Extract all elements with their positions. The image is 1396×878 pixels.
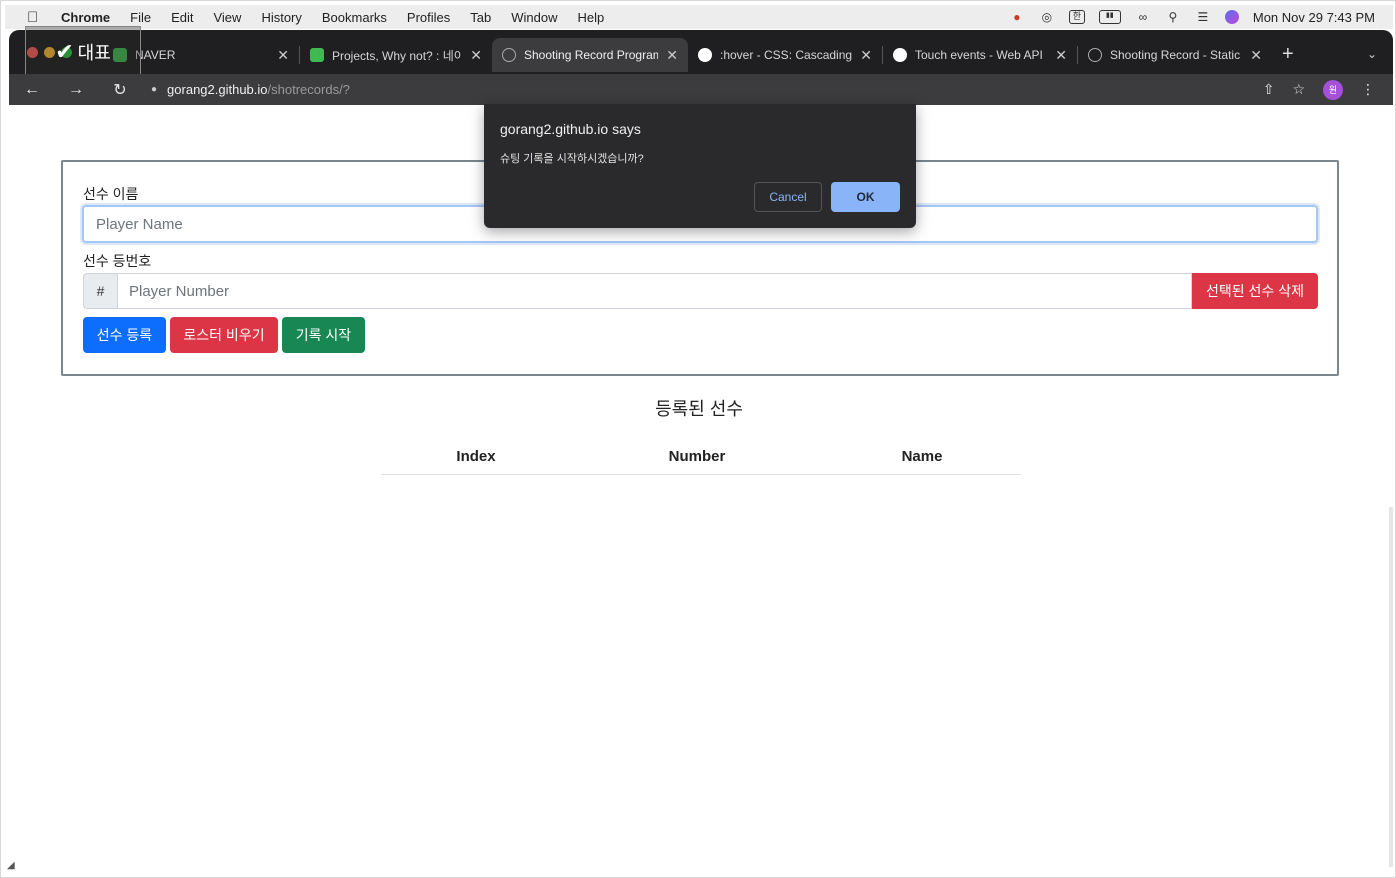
player-number-input[interactable]: Player Number — [117, 273, 1192, 309]
tab-touch-events[interactable]: Touch events - Web API ✕ — [883, 38, 1077, 72]
register-player-button[interactable]: 선수 등록 — [83, 317, 166, 353]
reload-icon[interactable]: ↻ — [111, 80, 129, 100]
tab-css-hover[interactable]: :hover - CSS: Cascading ✕ — [688, 38, 882, 72]
close-icon[interactable]: ✕ — [666, 47, 678, 64]
close-icon[interactable]: ✕ — [277, 47, 289, 64]
screen:  Chrome File Edit View History Bookmark… — [0, 0, 1396, 878]
roster-table-header: Index Number Name — [381, 439, 1021, 475]
number-label: 선수 등번호 — [83, 253, 152, 269]
close-icon[interactable]: ✕ — [1250, 47, 1262, 64]
menu-window[interactable]: Window — [511, 10, 557, 25]
siri-icon[interactable] — [1224, 10, 1239, 24]
name-label: 선수 이름 — [83, 186, 139, 202]
play-circle-icon[interactable]: ◎ — [1039, 10, 1055, 24]
browser-toolbar: ← → ↻ ● gorang2.github.io/shotrecords/? … — [9, 74, 1393, 105]
link-icon[interactable]: ∞ — [1135, 10, 1151, 24]
forward-icon[interactable]: → — [67, 81, 85, 99]
tab-shooting-record-program[interactable]: Shooting Record Program ✕ — [492, 38, 688, 72]
close-icon[interactable]: ✕ — [1055, 47, 1067, 64]
menu-clock[interactable]: Mon Nov 29 7:43 PM — [1253, 10, 1375, 25]
menu-edit[interactable]: Edit — [171, 10, 193, 25]
tab-title: :hover - CSS: Cascading — [720, 48, 853, 62]
start-record-button[interactable]: 기록 시작 — [282, 317, 365, 353]
tab-title: Touch events - Web API — [915, 48, 1043, 62]
clear-roster-button[interactable]: 로스터 비우기 — [170, 317, 278, 353]
globe-icon — [1088, 48, 1102, 62]
checkmark-icon: ✔ — [55, 39, 74, 64]
menu-view[interactable]: View — [213, 10, 241, 25]
recording-icon[interactable]: ● — [1009, 10, 1025, 24]
dialog-title: gorang2.github.io says — [500, 121, 641, 137]
tab-title: Projects, Why not? : 네이 — [332, 48, 463, 63]
control-center-icon[interactable]: ☰ — [1195, 10, 1211, 24]
tab-title: NAVER — [135, 48, 176, 62]
macos-menu-bar:  Chrome File Edit View History Bookmark… — [5, 5, 1393, 29]
menu-tab[interactable]: Tab — [470, 10, 491, 25]
status-tray: ● ◎ 한 ▮▮ ∞ ⚲ ☰ Mon Nov 29 7:43 PM — [1009, 10, 1375, 25]
tab-projects[interactable]: Projects, Why not? : 네이 ✕ — [300, 38, 492, 72]
apple-icon[interactable]:  — [27, 9, 43, 26]
cancel-button[interactable]: Cancel — [754, 182, 822, 212]
column-header-index: Index — [456, 448, 496, 465]
overlay-label: 대표 — [77, 43, 111, 63]
mdn-icon — [698, 48, 712, 62]
lock-icon[interactable]: ● — [151, 84, 157, 95]
search-icon[interactable]: ⚲ — [1165, 10, 1181, 24]
url-path: /shotrecords/? — [267, 82, 350, 97]
mdn-icon — [893, 48, 907, 62]
chevron-down-icon[interactable]: ⌄ — [1367, 47, 1377, 61]
column-header-number: Number — [668, 448, 726, 465]
scrollbar[interactable] — [1389, 507, 1393, 867]
delete-selected-button[interactable]: 선택된 선수 삭제 — [1192, 273, 1318, 309]
more-menu-icon[interactable]: ⋮ — [1361, 81, 1375, 98]
avatar[interactable]: 원 — [1323, 79, 1343, 100]
tab-strip: NAVER ✕ Projects, Why not? : 네이 ✕ Shooti… — [9, 30, 1393, 74]
menu-file[interactable]: File — [130, 10, 151, 25]
menu-help[interactable]: Help — [578, 10, 605, 25]
back-icon[interactable]: ← — [23, 81, 41, 99]
roster-title: 등록된 선수 — [655, 399, 743, 419]
menu-profiles[interactable]: Profiles — [407, 10, 450, 25]
globe-icon — [502, 48, 516, 62]
address-bar[interactable]: gorang2.github.io/shotrecords/? — [167, 82, 350, 97]
close-icon[interactable]: ✕ — [860, 47, 872, 64]
input-method-icon[interactable]: 한 — [1068, 10, 1085, 24]
chat-icon — [310, 48, 324, 62]
share-icon[interactable]: ⇧ — [1263, 81, 1275, 98]
resize-corner-icon: ◢ — [7, 860, 15, 871]
new-tab-icon[interactable]: + — [1282, 43, 1294, 66]
confirm-dialog: gorang2.github.io says 슈팅 기록을 시작하시겠습니까? … — [484, 104, 916, 228]
tab-shooting-record-static[interactable]: Shooting Record - Static ✕ — [1078, 38, 1272, 72]
battery-icon[interactable]: ▮▮ — [1098, 10, 1121, 24]
tab-title: Shooting Record Program — [524, 48, 659, 62]
action-buttons: 선수 등록 로스터 비우기 기록 시작 — [83, 317, 365, 353]
ok-button[interactable]: OK — [831, 182, 900, 212]
url-host: gorang2.github.io — [167, 82, 268, 97]
close-icon[interactable]: ✕ — [470, 47, 482, 64]
bookmark-star-icon[interactable]: ☆ — [1292, 81, 1305, 98]
hash-prefix: # — [83, 273, 117, 309]
column-header-name: Name — [901, 448, 943, 465]
input-overlay: ✔ 대표 — [25, 26, 141, 78]
menu-history[interactable]: History — [261, 10, 301, 25]
menu-bookmarks[interactable]: Bookmarks — [322, 10, 387, 25]
tab-title: Shooting Record - Static — [1110, 48, 1241, 62]
player-number-group: # Player Number 선택된 선수 삭제 — [83, 273, 1318, 309]
dialog-message: 슈팅 기록을 시작하시겠습니까? — [500, 153, 644, 165]
menu-chrome[interactable]: Chrome — [61, 10, 110, 25]
